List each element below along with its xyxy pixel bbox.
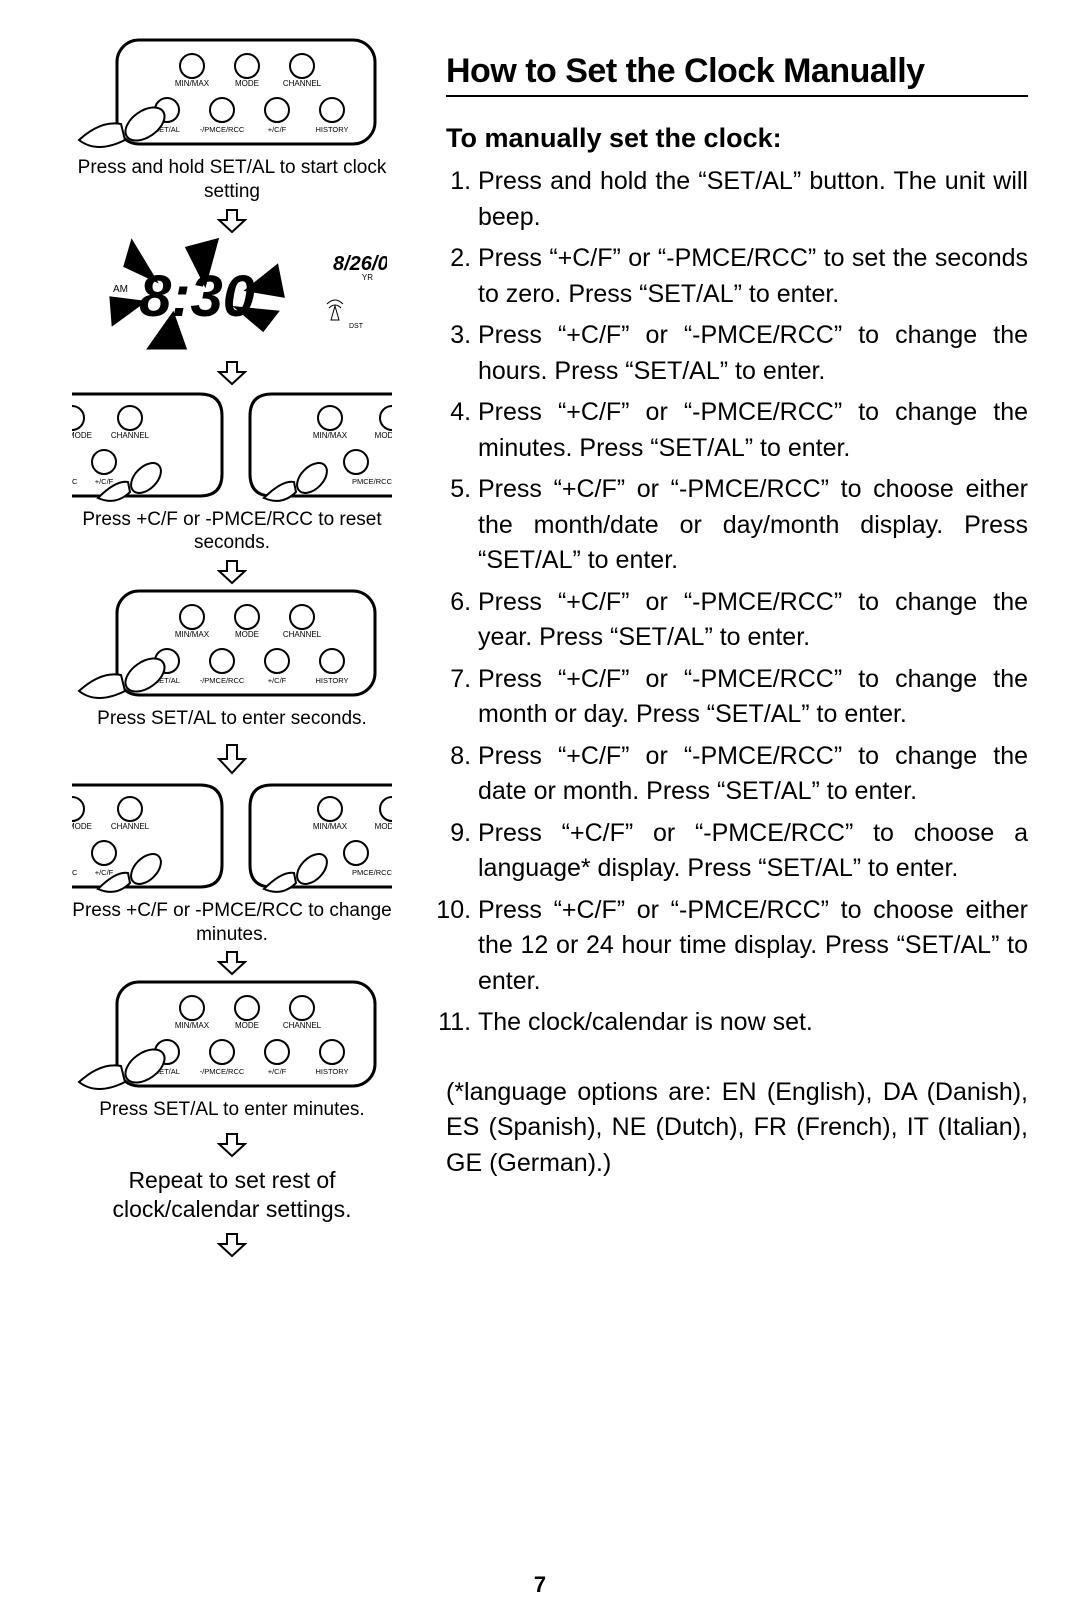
- step-item: Press “+C/F” or “-PMCE/RCC” to change th…: [478, 395, 1028, 466]
- svg-text:+/C/F: +/C/F: [268, 676, 287, 685]
- caption-repeat: Repeat to set rest of clock/calendar set…: [52, 1166, 412, 1224]
- horizontal-rule: [446, 95, 1028, 97]
- tower-icon: [327, 300, 343, 320]
- svg-text:PMCE/RCC: PMCE/RCC: [352, 868, 392, 877]
- svg-text:MODE: MODE: [72, 822, 92, 831]
- label-channel: CHANNEL: [111, 431, 150, 440]
- label-channel: CHANNEL: [283, 79, 322, 88]
- step-item: The clock/calendar is now set.: [478, 1005, 1028, 1041]
- svg-text:-/PMCE/RCC: -/PMCE/RCC: [200, 676, 245, 685]
- arrow-down-icon: [217, 1132, 247, 1158]
- svg-text:MIN/MAX: MIN/MAX: [175, 1021, 210, 1030]
- caption-enter-minutes: Press SET/AL to enter minutes.: [99, 1098, 364, 1122]
- step-item: Press “+C/F” or “-PMCE/RCC” to choose ei…: [478, 893, 1028, 1000]
- label-c: C: [72, 477, 78, 486]
- arrow-down-icon: [217, 208, 247, 234]
- clock-am: AM: [113, 284, 128, 295]
- caption-start: Press and hold SET/AL to start clock set…: [52, 156, 412, 204]
- svg-text:MIN/MAX: MIN/MAX: [313, 822, 348, 831]
- label-minmax: MIN/MAX: [313, 431, 348, 440]
- label-pmcercc: -/PMCE/RCC: [200, 125, 245, 134]
- svg-text:CHANNEL: CHANNEL: [283, 1021, 322, 1030]
- svg-text:-/PMCE/RCC: -/PMCE/RCC: [200, 1067, 245, 1076]
- section-title: How to Set the Clock Manually: [446, 52, 1028, 91]
- clock-yr: YR: [362, 273, 373, 282]
- step-item: Press “+C/F” or “-PMCE/RCC” to change th…: [478, 585, 1028, 656]
- arrow-down-icon: [217, 743, 247, 777]
- caption-reset-seconds: Press +C/F or -PMCE/RCC to reset seconds…: [52, 508, 412, 556]
- figure-remote-full-3: MIN/MAX MODE CHANNEL SET/AL -/PMCE/RCC +…: [77, 978, 387, 1122]
- label-mode: MODE: [235, 79, 259, 88]
- label-minmax: MIN/MAX: [175, 79, 210, 88]
- clock-time: 8:30: [139, 264, 255, 329]
- svg-text:+/C/F: +/C/F: [268, 1067, 287, 1076]
- step-item: Press “+C/F” or “-PMCE/RCC” to set the s…: [478, 241, 1028, 312]
- label-cf: +/C/F: [95, 477, 114, 486]
- svg-text:+/C/F: +/C/F: [95, 868, 114, 877]
- svg-text:HISTORY: HISTORY: [315, 1067, 348, 1076]
- arrow-down-icon: [217, 559, 247, 585]
- figure-remote-full-2: MIN/MAX MODE CHANNEL SET/AL -/PMCE/RCC +…: [77, 587, 387, 731]
- arrow-down-icon: [217, 1232, 247, 1258]
- label-history: HISTORY: [315, 125, 348, 134]
- page-number: 7: [534, 1572, 546, 1598]
- step-item: Press “+C/F” or “-PMCE/RCC” to change th…: [478, 662, 1028, 733]
- svg-text:MIN/MAX: MIN/MAX: [175, 630, 210, 639]
- arrow-down-icon: [217, 360, 247, 386]
- svg-text:CHANNEL: CHANNEL: [283, 630, 322, 639]
- clock-dst: DST: [349, 323, 364, 330]
- label-mod: MOD: [375, 431, 392, 440]
- svg-text:MOD: MOD: [375, 822, 392, 831]
- caption-change-minutes: Press +C/F or -PMCE/RCC to change minute…: [52, 899, 412, 947]
- label-cf: +/C/F: [268, 125, 287, 134]
- step-item: Press and hold the “SET/AL” button. The …: [478, 164, 1028, 235]
- svg-text:C: C: [72, 868, 78, 877]
- subhead: To manually set the clock:: [446, 123, 1028, 154]
- figure-remote-pair-1: MODE CHANNEL C +/C/F: [52, 388, 412, 556]
- figure-remote-full-1: MIN/MAX MODE CHANNEL SET/AL -/PMCE/RCC +…: [52, 36, 412, 204]
- language-note: (*language options are: EN (English), DA…: [446, 1075, 1028, 1182]
- figure-clock-burst: 8:30 AM 8/26/00 YR DST: [77, 236, 387, 356]
- clock-date: 8/26/00: [333, 253, 387, 275]
- arrow-down-icon: [217, 950, 247, 976]
- steps-list: Press and hold the “SET/AL” button. The …: [446, 164, 1028, 1047]
- svg-text:HISTORY: HISTORY: [315, 676, 348, 685]
- label-mode: MODE: [72, 431, 92, 440]
- label-pmcercc: PMCE/RCC: [352, 477, 392, 486]
- step-item: Press “+C/F” or “-PMCE/RCC” to change th…: [478, 318, 1028, 389]
- step-item: Press “+C/F” or “-PMCE/RCC” to choose ei…: [478, 472, 1028, 579]
- svg-text:MODE: MODE: [235, 630, 259, 639]
- step-item: Press “+C/F” or “-PMCE/RCC” to choose a …: [478, 816, 1028, 887]
- step-item: Press “+C/F” or “-PMCE/RCC” to change th…: [478, 739, 1028, 810]
- svg-text:MODE: MODE: [235, 1021, 259, 1030]
- figure-remote-pair-2: MODE CHANNEL C +/C/F: [52, 779, 412, 947]
- caption-enter-seconds: Press SET/AL to enter seconds.: [97, 707, 367, 731]
- svg-text:CHANNEL: CHANNEL: [111, 822, 150, 831]
